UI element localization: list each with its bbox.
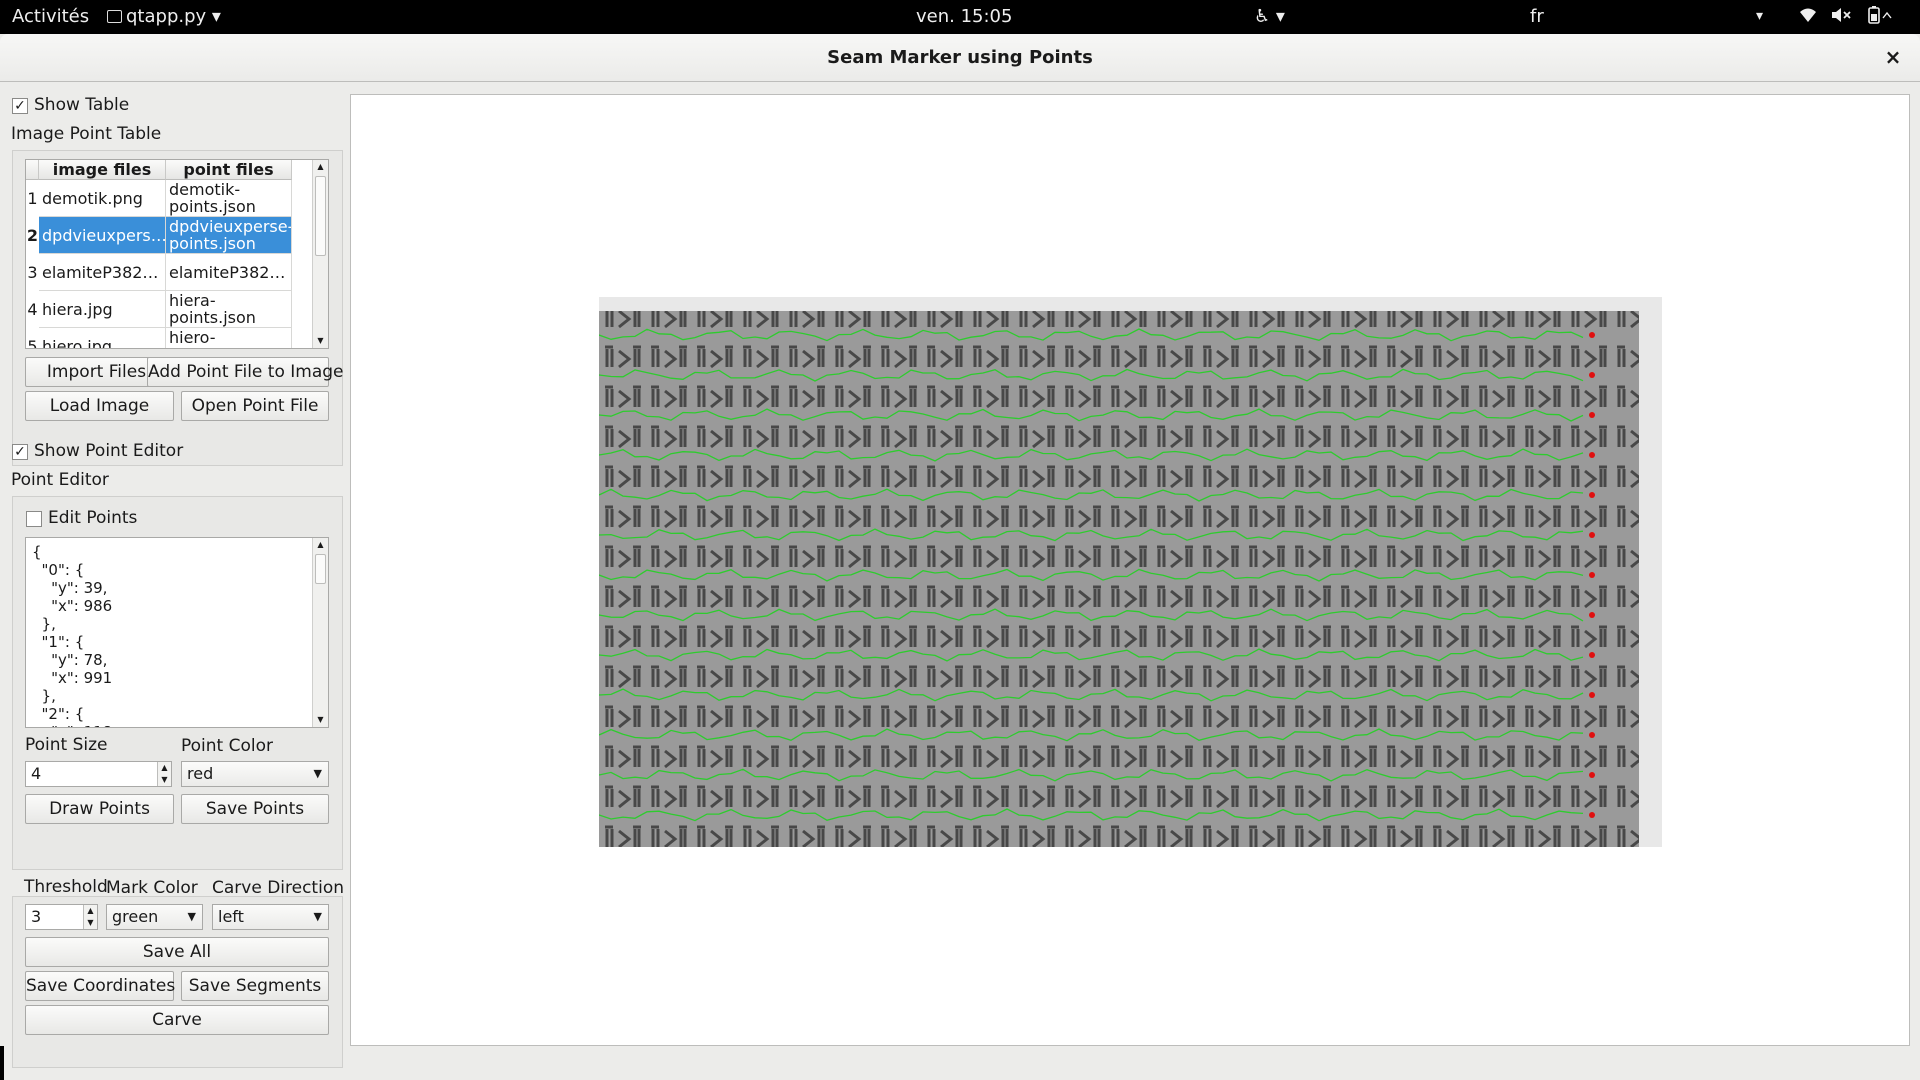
seam-point[interactable] bbox=[1589, 612, 1595, 618]
seam-point[interactable] bbox=[1589, 572, 1595, 578]
point-editor-heading: Point Editor bbox=[11, 470, 109, 490]
row-number: 5 bbox=[27, 337, 38, 349]
threshold-label: Threshold bbox=[24, 877, 108, 897]
row-number: 3 bbox=[27, 263, 38, 282]
point-size-value: 4 bbox=[31, 764, 42, 783]
carve-button[interactable]: Carve bbox=[25, 1005, 329, 1035]
window-title: Seam Marker using Points bbox=[827, 47, 1093, 68]
point-file-cell[interactable]: dpdvieuxperse- points.json bbox=[166, 217, 292, 254]
table-scrollbar[interactable]: ▲ ▼ bbox=[312, 160, 328, 348]
row-number: 2 bbox=[26, 226, 39, 245]
mark-color-label: Mark Color bbox=[106, 878, 198, 898]
clock[interactable]: ven. 15:05 bbox=[916, 6, 1012, 27]
carve-direction-value: left bbox=[218, 907, 244, 926]
activities-button[interactable]: Activités bbox=[12, 6, 89, 27]
point-json-text[interactable]: { "0": { "y": 39, "x": 986 }, "1": { "y"… bbox=[32, 543, 112, 727]
seam-point[interactable] bbox=[1589, 532, 1595, 538]
seam-point[interactable] bbox=[1589, 652, 1595, 658]
column-header-point-files[interactable]: point files bbox=[166, 160, 292, 180]
seam-point[interactable] bbox=[1589, 332, 1595, 338]
show-point-editor-checkbox[interactable]: ✓ bbox=[12, 444, 28, 460]
carve-direction-label: Carve Direction bbox=[212, 878, 344, 898]
scroll-down-arrow-icon[interactable]: ▼ bbox=[313, 713, 328, 727]
point-file-cell[interactable]: demotik- points.json bbox=[166, 180, 292, 217]
point-json-editor[interactable]: { "0": { "y": 39, "x": 986 }, "1": { "y"… bbox=[25, 537, 329, 728]
save-coordinates-button[interactable]: Save Coordinates bbox=[25, 971, 175, 1001]
image-point-table[interactable]: image files point files 1 demotik.png de… bbox=[25, 159, 329, 349]
mark-color-value: green bbox=[112, 907, 159, 926]
terminal-app-icon bbox=[107, 10, 122, 23]
point-size-spinbox[interactable]: 4 ▲ ▼ bbox=[25, 761, 172, 787]
keyboard-layout-indicator[interactable]: fr bbox=[1530, 6, 1544, 27]
threshold-spinbox[interactable]: 3 ▲ ▼ bbox=[25, 904, 98, 930]
image-file-cell[interactable]: elamiteP382… bbox=[39, 254, 166, 291]
spin-arrows-icon[interactable]: ▲ ▼ bbox=[157, 762, 171, 786]
app-menu-label: qtapp.py ▾ bbox=[126, 6, 221, 27]
point-color-value: red bbox=[187, 764, 214, 783]
battery-icon[interactable] bbox=[1866, 6, 1892, 29]
edit-points-checkbox[interactable] bbox=[26, 511, 42, 527]
point-color-select[interactable]: red ▼ bbox=[181, 761, 329, 787]
dropdown-arrow-icon: ▼ bbox=[313, 767, 322, 780]
window-edge bbox=[0, 1046, 4, 1080]
row-number: 1 bbox=[27, 189, 38, 208]
show-table-label: Show Table bbox=[34, 95, 130, 115]
app-menu[interactable]: qtapp.py ▾ bbox=[107, 6, 221, 27]
cuneiform-inscription-image[interactable] bbox=[599, 297, 1662, 847]
window-titlebar[interactable]: Seam Marker using Points × bbox=[0, 34, 1920, 82]
point-size-label: Point Size bbox=[25, 735, 108, 755]
seam-point[interactable] bbox=[1589, 732, 1595, 738]
scroll-up-arrow-icon[interactable]: ▲ bbox=[313, 160, 328, 174]
system-menu-arrow[interactable]: ▾ bbox=[1756, 8, 1763, 24]
image-file-cell[interactable]: dpdvieuxpers… bbox=[39, 217, 166, 254]
row-number: 4 bbox=[27, 300, 38, 319]
accessibility-menu[interactable]: ♿ ▾ bbox=[1254, 6, 1285, 27]
save-all-button[interactable]: Save All bbox=[25, 937, 329, 967]
image-point-table-heading: Image Point Table bbox=[11, 124, 162, 144]
save-segments-button[interactable]: Save Segments bbox=[181, 971, 329, 1001]
point-file-cell[interactable]: hiera- points.json bbox=[166, 291, 292, 328]
scroll-thumb[interactable] bbox=[315, 176, 326, 256]
load-image-button[interactable]: Load Image bbox=[25, 391, 174, 421]
image-file-cell[interactable]: hiero.jpg bbox=[39, 328, 166, 348]
point-file-cell[interactable]: hiero- bbox=[166, 328, 292, 348]
app-window: Seam Marker using Points × ✓ Show Table … bbox=[0, 34, 1920, 1080]
seam-point[interactable] bbox=[1589, 692, 1595, 698]
seam-point[interactable] bbox=[1589, 412, 1595, 418]
spin-arrows-icon[interactable]: ▲ ▼ bbox=[83, 905, 97, 929]
dropdown-arrow-icon: ▼ bbox=[313, 910, 322, 923]
wifi-icon[interactable] bbox=[1798, 6, 1818, 29]
seam-point[interactable] bbox=[1589, 372, 1595, 378]
seam-point[interactable] bbox=[1589, 492, 1595, 498]
dropdown-arrow-icon: ▼ bbox=[187, 910, 196, 923]
add-point-file-button[interactable]: Add Point File to Image bbox=[147, 357, 344, 387]
scroll-up-arrow-icon[interactable]: ▲ bbox=[313, 538, 328, 552]
scroll-thumb[interactable] bbox=[315, 554, 326, 584]
draw-points-button[interactable]: Draw Points bbox=[25, 794, 174, 824]
point-color-label: Point Color bbox=[181, 736, 273, 756]
carve-direction-select[interactable]: left ▼ bbox=[212, 904, 329, 930]
seam-point[interactable] bbox=[1589, 812, 1595, 818]
seam-point[interactable] bbox=[1589, 452, 1595, 458]
image-viewer[interactable] bbox=[350, 94, 1910, 1046]
threshold-value: 3 bbox=[31, 907, 42, 926]
close-button[interactable]: × bbox=[1878, 42, 1908, 72]
edit-points-label: Edit Points bbox=[48, 508, 138, 528]
point-file-cell[interactable]: elamiteP382… bbox=[166, 254, 292, 291]
show-table-checkbox[interactable]: ✓ bbox=[12, 98, 28, 114]
image-file-cell[interactable]: demotik.png bbox=[39, 180, 166, 217]
mark-color-select[interactable]: green ▼ bbox=[106, 904, 203, 930]
table-corner bbox=[26, 160, 39, 180]
open-point-file-button[interactable]: Open Point File bbox=[181, 391, 329, 421]
scroll-down-arrow-icon[interactable]: ▼ bbox=[313, 334, 328, 348]
column-header-image-files[interactable]: image files bbox=[39, 160, 166, 180]
volume-muted-icon[interactable] bbox=[1830, 6, 1852, 29]
editor-scrollbar[interactable]: ▲ ▼ bbox=[312, 538, 328, 727]
system-top-bar: Activités qtapp.py ▾ ven. 15:05 ♿ ▾ fr ▾ bbox=[0, 0, 1920, 34]
show-point-editor-label: Show Point Editor bbox=[34, 441, 184, 461]
save-points-button[interactable]: Save Points bbox=[181, 794, 329, 824]
image-file-cell[interactable]: hiera.jpg bbox=[39, 291, 166, 328]
seam-point[interactable] bbox=[1589, 772, 1595, 778]
